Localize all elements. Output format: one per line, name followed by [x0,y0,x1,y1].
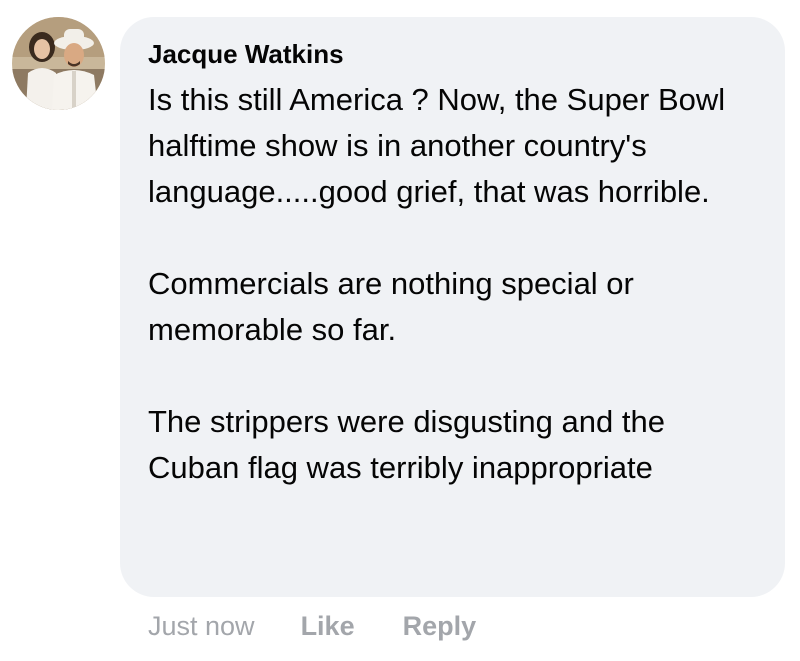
comment-paragraph: Commercials are nothing special or memor… [148,266,634,347]
comment-actions: Just now Like Reply [148,608,476,644]
comment-bubble: Jacque Watkins Is this still America ? N… [120,17,785,597]
comment-timestamp[interactable]: Just now [148,608,255,644]
profile-photo [12,17,105,110]
reply-button[interactable]: Reply [403,608,477,644]
comment-paragraph: The strippers were disgusting and the Cu… [148,404,665,485]
comment-paragraph: Is this still America ? Now, the Super B… [148,82,726,209]
avatar[interactable] [12,17,105,110]
like-button[interactable]: Like [301,608,355,644]
comment-author[interactable]: Jacque Watkins [148,37,763,71]
